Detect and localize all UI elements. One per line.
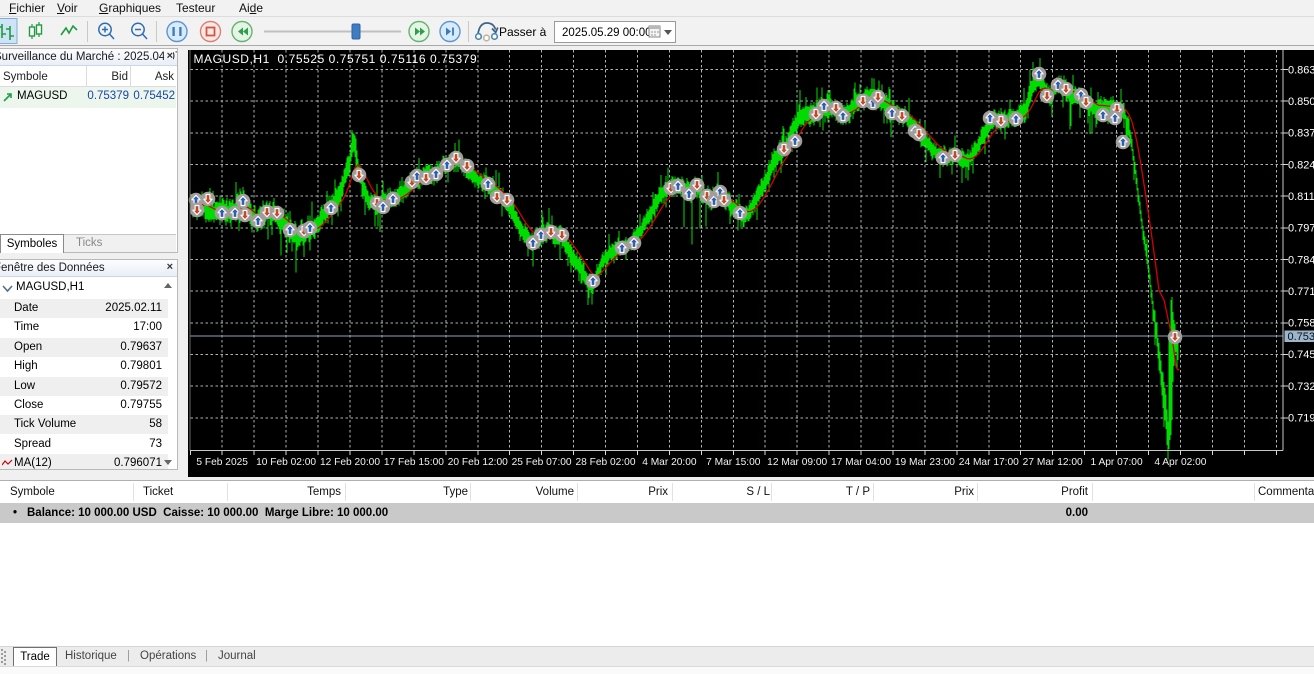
svg-text:0.8110: 0.8110 bbox=[1288, 191, 1314, 203]
svg-text:12 Mar 09:00: 12 Mar 09:00 bbox=[767, 457, 827, 468]
svg-text:4 Apr 02:00: 4 Apr 02:00 bbox=[1154, 457, 1206, 468]
svg-text:20 Feb 12:00: 20 Feb 12:00 bbox=[448, 457, 508, 468]
svg-text:5 Feb 2025: 5 Feb 2025 bbox=[196, 457, 248, 468]
svg-text:10 Feb 02:00: 10 Feb 02:00 bbox=[256, 457, 316, 468]
svg-text:27 Mar 12:00: 27 Mar 12:00 bbox=[1023, 457, 1083, 468]
svg-text:0.75379: 0.75379 bbox=[1288, 331, 1314, 343]
svg-text:24 Mar 17:00: 24 Mar 17:00 bbox=[959, 457, 1019, 468]
svg-text:0.8371: 0.8371 bbox=[1288, 128, 1314, 140]
svg-text:MAGUSD,H1 0.75525 0.75751 0.7: MAGUSD,H1 0.75525 0.75751 0.75116 0.7537… bbox=[194, 52, 478, 66]
svg-text:17 Mar 04:00: 17 Mar 04:00 bbox=[831, 457, 891, 468]
svg-text:12 Feb 20:00: 12 Feb 20:00 bbox=[320, 457, 380, 468]
svg-text:0.8632: 0.8632 bbox=[1288, 64, 1314, 76]
svg-text:0.7457: 0.7457 bbox=[1288, 349, 1314, 361]
svg-text:19 Mar 23:00: 19 Mar 23:00 bbox=[895, 457, 955, 468]
svg-text:17 Feb 15:00: 17 Feb 15:00 bbox=[384, 457, 444, 468]
svg-text:25 Feb 07:00: 25 Feb 07:00 bbox=[512, 457, 572, 468]
svg-text:0.7196: 0.7196 bbox=[1288, 413, 1314, 425]
svg-text:4 Mar 20:00: 4 Mar 20:00 bbox=[642, 457, 697, 468]
svg-text:0.8240: 0.8240 bbox=[1288, 159, 1314, 171]
svg-text:28 Feb 02:00: 28 Feb 02:00 bbox=[575, 457, 635, 468]
svg-text:1 Apr 07:00: 1 Apr 07:00 bbox=[1091, 457, 1143, 468]
svg-text:0.7849: 0.7849 bbox=[1288, 254, 1314, 266]
svg-text:0.7327: 0.7327 bbox=[1288, 381, 1314, 393]
svg-text:0.7979: 0.7979 bbox=[1288, 223, 1314, 235]
svg-text:7 Mar 15:00: 7 Mar 15:00 bbox=[706, 457, 761, 468]
svg-text:0.7718: 0.7718 bbox=[1288, 286, 1314, 298]
svg-text:0.7588: 0.7588 bbox=[1288, 318, 1314, 330]
svg-text:0.8501: 0.8501 bbox=[1288, 96, 1314, 108]
